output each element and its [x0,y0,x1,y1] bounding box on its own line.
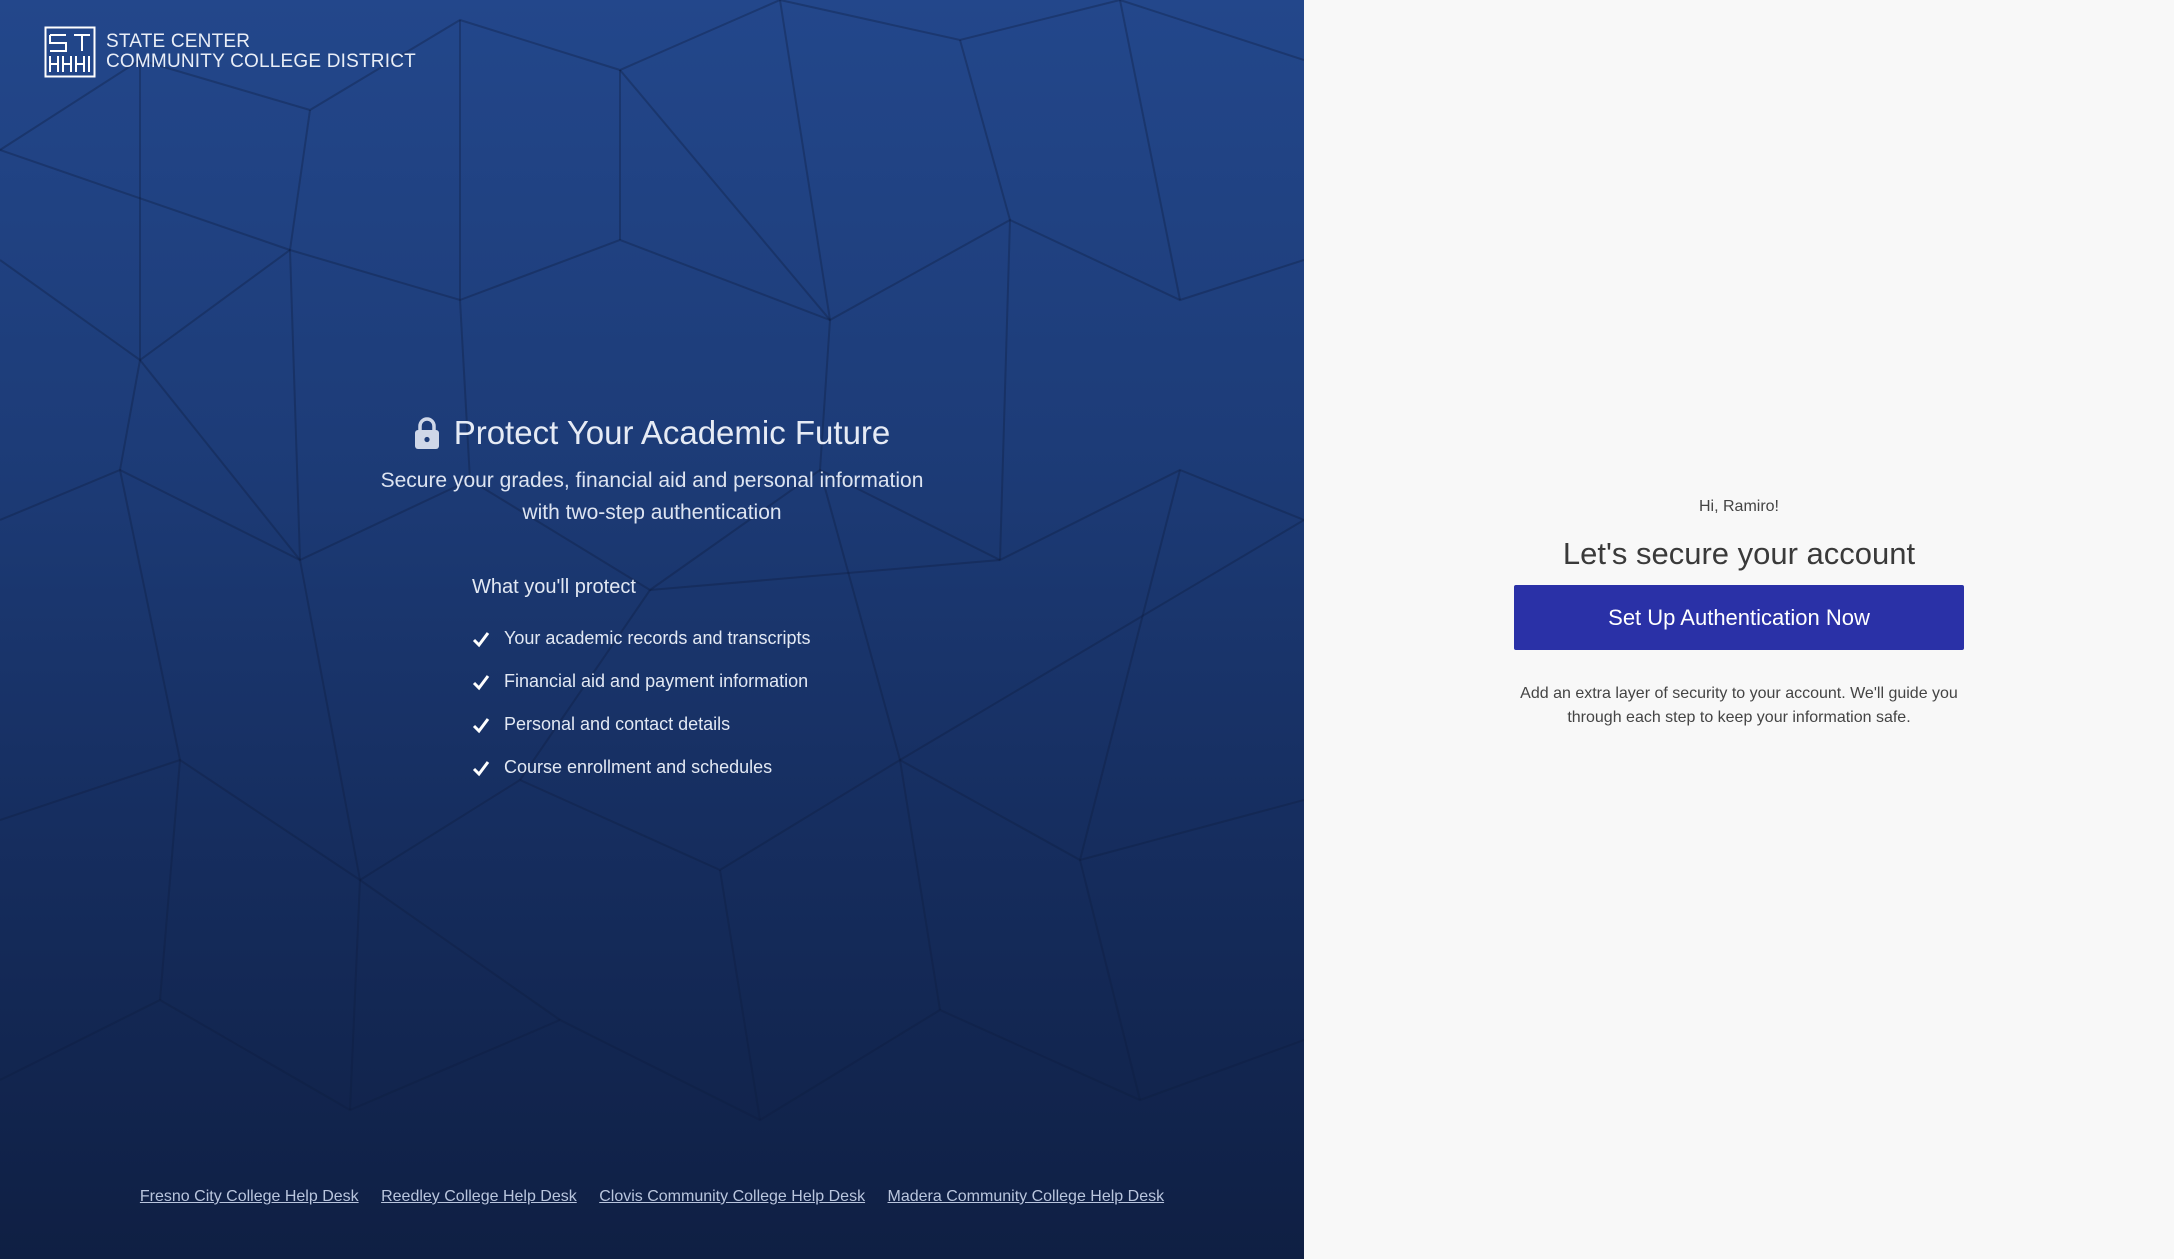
hero-title: Protect Your Academic Future [453,414,891,451]
protect-item: Your academic records and transcripts [472,617,972,660]
left-panel: STATE CENTER COMMUNITY COLLEGE DISTRICT … [0,0,1304,1259]
check-icon [472,717,490,733]
protect-item-label: Personal and contact details [504,714,731,734]
protect-item-label: Course enrollment and schedules [504,757,773,777]
check-icon [472,674,490,690]
right-panel: Hi, Ramiro! Let's secure your account Se… [1304,0,2174,1259]
hero: Protect Your Academic Future Secure your… [0,414,1304,529]
logo-mark-icon [44,26,96,78]
setup-card: Hi, Ramiro! Let's secure your account Se… [1304,498,2174,730]
check-icon [472,631,490,647]
hero-subtitle-line-1: Secure your grades, financial aid and pe… [380,469,924,492]
help-desk-link-madera[interactable]: Madera Community College Help Desk [888,1188,1165,1205]
hero-subtitle: Secure your grades, financial aid and pe… [0,465,1304,529]
protect-list: Your academic records and transcripts Fi… [472,617,972,789]
check-icon [472,760,490,776]
lock-icon [414,417,439,449]
protect-item: Personal and contact details [472,703,972,746]
protect-item-label: Financial aid and payment information [504,671,809,691]
protect-item: Financial aid and payment information [472,660,972,703]
hero-title-row: Protect Your Academic Future [414,414,891,452]
greeting: Hi, Ramiro! [1698,498,1779,515]
hero-subtitle-line-2: with two-step authentication [522,501,782,524]
page: STATE CENTER COMMUNITY COLLEGE DISTRICT … [0,0,2174,1259]
district-logo[interactable]: STATE CENTER COMMUNITY COLLEGE DISTRICT [44,26,416,78]
protect-item: Course enrollment and schedules [472,746,972,789]
setup-headline: Let's secure your account [1562,536,1916,571]
help-desk-link-reedley[interactable]: Reedley College Help Desk [381,1188,577,1205]
protect-heading: What you'll protect [472,576,636,598]
protect-item-label: Your academic records and transcripts [504,628,811,648]
logo-line-2: COMMUNITY COLLEGE DISTRICT [106,51,416,72]
logo-line-1: STATE CENTER [106,31,251,52]
setup-authentication-button[interactable]: Set Up Authentication Now [1514,585,1964,650]
help-desk-link-fresno[interactable]: Fresno City College Help Desk [140,1188,359,1205]
setup-note: Add an extra layer of security to your a… [1520,685,1958,726]
help-desk-links: Fresno City College Help Desk Reedley Co… [0,1188,1304,1206]
help-desk-link-clovis[interactable]: Clovis Community College Help Desk [599,1188,865,1205]
protect-section: What you'll protect Your academic record… [472,576,972,789]
logo-text: STATE CENTER COMMUNITY COLLEGE DISTRICT [106,32,416,72]
